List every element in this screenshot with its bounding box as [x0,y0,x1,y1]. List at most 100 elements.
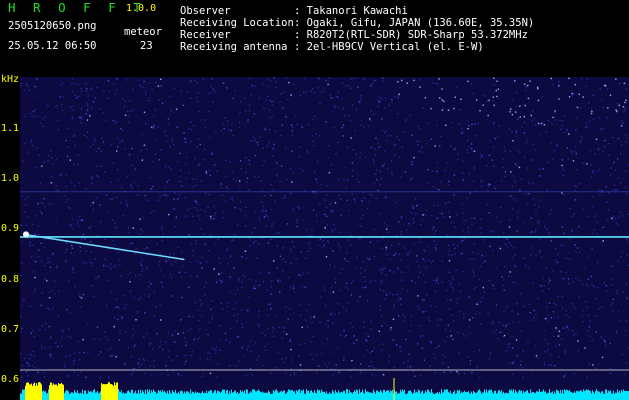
noise-speck [122,215,124,217]
noise-speck [74,144,76,147]
noise-speck [511,310,513,312]
amplitude-bar [260,391,261,400]
noise-speck [468,146,470,148]
noise-speck [479,110,481,112]
noise-speck [414,282,417,284]
noise-speck [482,104,484,106]
noise-speck [356,178,358,181]
noise-speck [437,323,439,326]
amplitude-bar [263,392,264,400]
noise-speck [313,92,316,94]
noise-speck [492,99,494,102]
noise-speck [492,146,495,148]
noise-speck [448,244,450,246]
noise-speck [325,206,328,209]
noise-speck [74,285,76,288]
noise-speck [480,300,482,303]
noise-speck [286,178,288,181]
noise-speck [530,114,532,117]
amplitude-bar [406,393,407,400]
noise-speck [226,248,228,250]
noise-speck [112,354,115,357]
noise-speck [235,365,237,367]
noise-speck [517,211,519,213]
amplitude-bar [159,391,160,400]
noise-speck [412,207,415,209]
noise-speck [21,240,24,243]
noise-speck [580,77,583,79]
noise-speck [139,297,141,299]
noise-speck [29,112,31,114]
amplitude-bar [326,391,327,400]
noise-speck [201,267,203,269]
amplitude-bar [413,392,414,400]
amplitude-bar [36,383,37,400]
noise-speck [149,344,151,346]
noise-speck [47,105,49,107]
noise-speck [430,305,432,307]
noise-speck [592,206,594,208]
amplitude-bar [143,391,144,400]
amplitude-bar [311,390,312,400]
noise-speck [250,350,252,352]
noise-speck [558,344,561,346]
noise-speck [339,334,341,336]
noise-speck [398,297,400,299]
noise-speck [65,242,68,244]
noise-speck [282,361,285,364]
noise-speck [625,170,627,172]
noise-speck [81,118,83,120]
noise-speck [129,110,132,113]
noise-speck [275,87,278,89]
noise-speck [560,128,562,130]
noise-speck [196,146,198,148]
noise-speck [85,188,87,190]
noise-speck [350,282,352,284]
amplitude-bar [284,390,285,400]
noise-speck [418,140,420,142]
noise-speck [397,97,399,99]
noise-speck [328,172,331,174]
noise-speck [265,225,267,227]
noise-speck [324,199,326,201]
noise-speck [299,274,302,277]
noise-speck [202,372,204,375]
noise-speck [393,366,395,368]
noise-speck [531,231,533,233]
noise-speck [172,143,175,146]
noise-speck [551,122,553,125]
amplitude-bar [616,392,617,400]
noise-speck [575,152,577,155]
noise-speck [90,251,92,253]
noise-speck [305,309,308,312]
noise-speck [229,256,232,258]
noise-speck [52,252,54,255]
noise-speck [510,108,512,110]
noise-speck [292,171,294,174]
noise-speck [441,354,443,356]
noise-speck [446,162,449,164]
noise-speck [318,77,320,80]
noise-speck [215,242,217,244]
noise-speck [439,145,441,147]
amplitude-bar [24,389,25,400]
noise-speck [39,210,42,212]
noise-speck [535,313,537,316]
noise-speck [430,138,433,140]
noise-speck [452,288,455,291]
noise-speck [64,195,66,197]
amplitude-bar [576,391,577,400]
noise-speck [26,151,28,153]
noise-speck [574,199,577,201]
noise-speck [368,365,371,368]
amplitude-bar [522,393,523,400]
noise-speck [308,242,310,245]
amplitude-bar [528,392,529,400]
noise-speck [401,287,403,290]
noise-speck [587,278,590,280]
noise-speck [357,223,359,225]
amplitude-bar [209,391,210,400]
amplitude-bar [385,391,386,400]
noise-speck [65,251,67,253]
amplitude-bar [289,389,290,400]
